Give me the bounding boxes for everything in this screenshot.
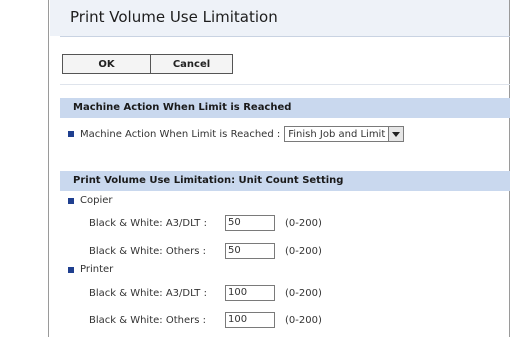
copier-others-input[interactable]: 50 (225, 243, 275, 259)
machine-action-label: Machine Action When Limit is Reached : (80, 128, 281, 140)
bullet-icon (68, 266, 74, 273)
copier-label: Copier (80, 195, 113, 206)
range-hint: (0-200) (285, 217, 322, 229)
title-area: Print Volume Use Limitation (50, 0, 509, 36)
divider (60, 36, 510, 37)
printer-heading: Printer (68, 264, 113, 275)
dropdown-arrow-icon[interactable] (388, 127, 404, 141)
bullet-icon (68, 131, 74, 137)
printer-a3-label: Black & White: A3/DLT : (89, 287, 207, 299)
printer-label: Printer (80, 264, 114, 275)
range-hint: (0-200) (285, 314, 322, 326)
ok-button[interactable]: OK (63, 55, 150, 73)
range-hint: (0-200) (285, 245, 322, 257)
copier-heading: Copier (68, 195, 113, 206)
divider (60, 84, 510, 85)
machine-action-select[interactable]: Finish Job and Limit (284, 126, 405, 142)
copier-others-label: Black & White: Others : (89, 245, 206, 257)
select-value: Finish Job and Limit (288, 128, 386, 140)
copier-a3-row: Black & White: A3/DLT : 50 (0-200) (89, 215, 322, 231)
printer-others-row: Black & White: Others : 100 (0-200) (89, 312, 322, 328)
cancel-button[interactable]: Cancel (150, 55, 232, 73)
machine-action-row: Machine Action When Limit is Reached : F… (68, 126, 405, 142)
section-header-unit-count: Print Volume Use Limitation: Unit Count … (60, 171, 510, 191)
printer-others-input[interactable]: 100 (225, 312, 275, 328)
range-hint: (0-200) (285, 287, 322, 299)
printer-a3-input[interactable]: 100 (225, 285, 275, 301)
settings-panel: Print Volume Use Limitation OK Cancel Ma… (48, 0, 510, 337)
copier-a3-input[interactable]: 50 (225, 215, 275, 231)
section-header-machine-action: Machine Action When Limit is Reached (60, 98, 510, 118)
copier-a3-label: Black & White: A3/DLT : (89, 217, 207, 229)
bullet-icon (68, 197, 74, 204)
printer-a3-row: Black & White: A3/DLT : 100 (0-200) (89, 285, 322, 301)
copier-others-row: Black & White: Others : 50 (0-200) (89, 243, 322, 259)
printer-others-label: Black & White: Others : (89, 314, 206, 326)
button-bar: OK Cancel (62, 54, 233, 74)
page-title: Print Volume Use Limitation (70, 8, 278, 26)
